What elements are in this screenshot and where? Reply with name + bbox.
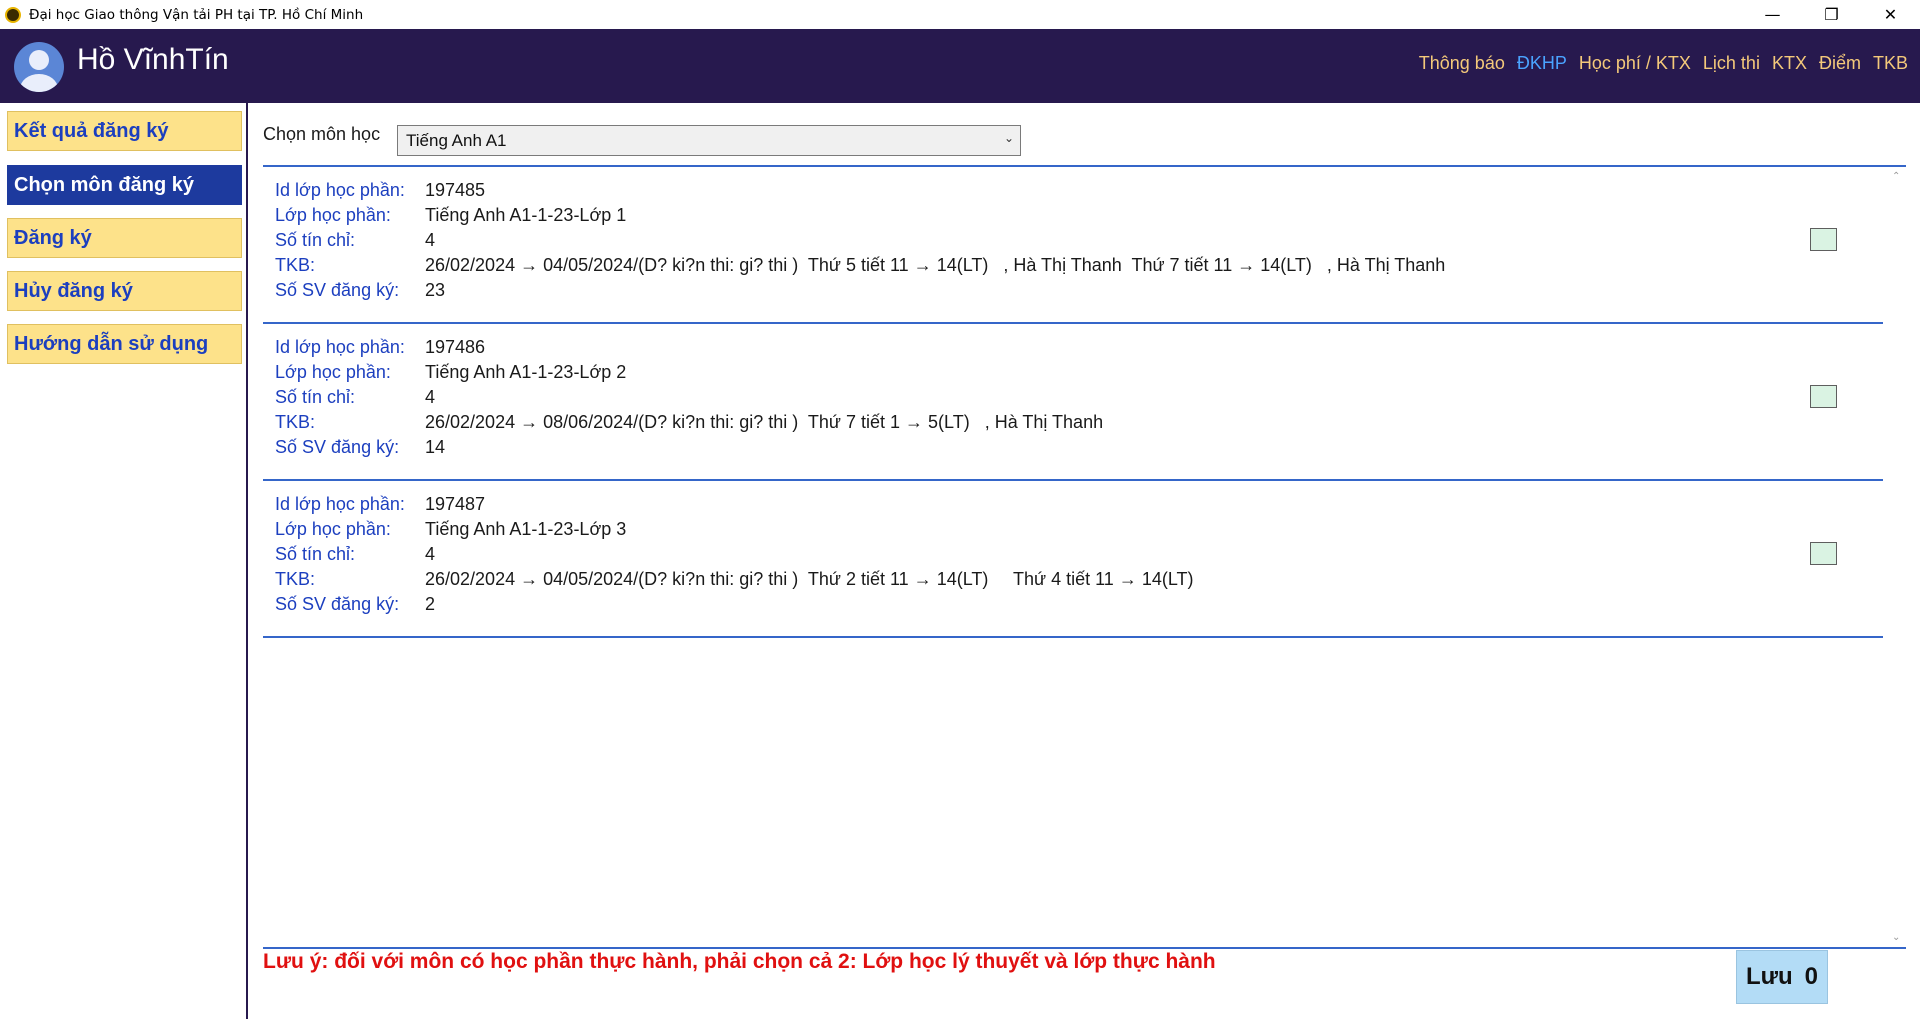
- class-tkb-value: 26/02/2024 → 04/05/2024/(D? ki?n thi: gi…: [425, 569, 1194, 589]
- class-credits-label: Số tín chỉ:: [275, 387, 356, 407]
- nav-dkhp[interactable]: ĐKHP: [1517, 53, 1567, 74]
- class-tkb-row: TKB: 26/02/2024 → 04/05/2024/(D? ki?n th…: [275, 255, 1445, 280]
- course-select-value: Tiếng Anh A1: [406, 131, 507, 150]
- class-students-value: 2: [425, 594, 436, 614]
- class-name-row: Lớp học phần: Tiếng Anh A1-1-23-Lớp 2: [275, 362, 626, 387]
- class-name-row: Lớp học phần: Tiếng Anh A1-1-23-Lớp 1: [275, 205, 626, 230]
- class-id-label: Id lớp học phần:: [275, 494, 405, 514]
- class-name-label: Lớp học phần:: [275, 519, 391, 539]
- class-tkb-label: TKB:: [275, 569, 316, 589]
- class-select-checkbox[interactable]: [1810, 542, 1837, 565]
- class-students-row: Số SV đăng ký: 2: [275, 594, 435, 619]
- class-credits-value: 4: [425, 230, 436, 250]
- class-credits-label: Số tín chỉ:: [275, 544, 356, 564]
- main-content: Chọn môn học Tiếng Anh A1 ⌄ ⌃ ⌄ Id lớp h…: [248, 103, 1920, 1019]
- chevron-down-icon: ⌄: [1003, 131, 1014, 145]
- class-list: ⌃ ⌄ Id lớp học phần: 197485 Lớp học phần…: [263, 165, 1906, 949]
- class-id-row: Id lớp học phần: 197485: [275, 180, 485, 205]
- class-credits-value: 4: [425, 544, 436, 564]
- top-navigation: Thông báo ĐKHP Học phí / KTX Lịch thi KT…: [1419, 53, 1908, 74]
- class-credits-value: 4: [425, 387, 436, 407]
- class-tkb-label: TKB:: [275, 255, 316, 275]
- class-students-value: 23: [425, 280, 446, 300]
- window-titlebar: Đại học Giao thông Vận tải PH tại TP. Hồ…: [0, 0, 1920, 29]
- class-students-label: Số SV đăng ký:: [275, 280, 400, 300]
- user-name: Hồ VĩnhTín: [77, 43, 229, 76]
- class-name-row: Lớp học phần: Tiếng Anh A1-1-23-Lớp 3: [275, 519, 626, 544]
- class-credits-row: Số tín chỉ: 4: [275, 544, 435, 569]
- close-button[interactable]: ✕: [1861, 0, 1920, 29]
- class-name-label: Lớp học phần:: [275, 362, 391, 382]
- nav-thong-bao[interactable]: Thông báo: [1419, 53, 1505, 74]
- course-select[interactable]: Tiếng Anh A1 ⌄: [397, 125, 1021, 156]
- class-name-value: Tiếng Anh A1-1-23-Lớp 2: [425, 362, 627, 382]
- class-credits-row: Số tín chỉ: 4: [275, 387, 435, 412]
- minimize-button[interactable]: —: [1743, 0, 1802, 29]
- class-tkb-row: TKB: 26/02/2024 → 04/05/2024/(D? ki?n th…: [275, 569, 1194, 594]
- class-credits-row: Số tín chỉ: 4: [275, 230, 435, 255]
- class-card: Id lớp học phần: 197487 Lớp học phần: Ti…: [263, 481, 1883, 638]
- class-id-value: 197486: [425, 337, 486, 357]
- class-students-label: Số SV đăng ký:: [275, 594, 400, 614]
- app-header: Hồ VĩnhTín Thông báo ĐKHP Học phí / KTX …: [0, 29, 1920, 103]
- class-id-row: Id lớp học phần: 197487: [275, 494, 485, 519]
- nav-hoc-phi-ktx[interactable]: Học phí / KTX: [1579, 53, 1691, 74]
- sidebar-item-chon-mon-dang-ky[interactable]: Chọn môn đăng ký: [7, 165, 242, 205]
- course-chooser: Chọn môn học: [263, 124, 380, 145]
- nav-tkb[interactable]: TKB: [1873, 53, 1908, 74]
- sidebar-item-huy-dang-ky[interactable]: Hủy đăng ký: [7, 271, 242, 311]
- class-students-row: Số SV đăng ký: 23: [275, 280, 445, 305]
- practice-note: Lưu ý: đối với môn có học phần thực hành…: [263, 950, 1216, 973]
- class-tkb-label: TKB:: [275, 412, 316, 432]
- class-id-row: Id lớp học phần: 197486: [275, 337, 485, 362]
- scroll-up-icon[interactable]: ⌃: [1892, 171, 1900, 182]
- vertical-scrollbar[interactable]: ⌃ ⌄: [1889, 167, 1906, 947]
- class-id-value: 197487: [425, 494, 486, 514]
- sidebar-item-huong-dan-su-dung[interactable]: Hướng dẫn sử dụng: [7, 324, 242, 364]
- sidebar: Kết quả đăng ký Chọn môn đăng ký Đăng ký…: [0, 103, 248, 1019]
- save-button[interactable]: Lưu 0: [1736, 950, 1828, 1004]
- class-tkb-value: 26/02/2024 → 08/06/2024/(D? ki?n thi: gi…: [425, 412, 1104, 432]
- class-id-label: Id lớp học phần:: [275, 337, 405, 357]
- window-title: Đại học Giao thông Vận tải PH tại TP. Hồ…: [29, 6, 364, 23]
- save-count: 0: [1804, 963, 1819, 990]
- nav-diem[interactable]: Điểm: [1819, 53, 1861, 74]
- class-card: Id lớp học phần: 197485 Lớp học phần: Ti…: [263, 167, 1883, 324]
- nav-ktx[interactable]: KTX: [1772, 53, 1807, 74]
- class-name-label: Lớp học phần:: [275, 205, 391, 225]
- nav-lich-thi[interactable]: Lịch thi: [1703, 53, 1760, 74]
- window-controls: — ❐ ✕: [1743, 0, 1920, 29]
- class-tkb-row: TKB: 26/02/2024 → 08/06/2024/(D? ki?n th…: [275, 412, 1103, 437]
- class-students-row: Số SV đăng ký: 14: [275, 437, 445, 462]
- scroll-down-icon[interactable]: ⌄: [1892, 932, 1900, 943]
- class-tkb-value: 26/02/2024 → 04/05/2024/(D? ki?n thi: gi…: [425, 255, 1446, 275]
- class-students-value: 14: [425, 437, 446, 457]
- class-id-value: 197485: [425, 180, 486, 200]
- class-select-checkbox[interactable]: [1810, 228, 1837, 251]
- restore-button[interactable]: ❐: [1802, 0, 1861, 29]
- course-select-label: Chọn môn học: [263, 124, 381, 144]
- sidebar-item-ket-qua-dang-ky[interactable]: Kết quả đăng ký: [7, 111, 242, 151]
- class-card: Id lớp học phần: 197486 Lớp học phần: Ti…: [263, 324, 1883, 481]
- class-select-checkbox[interactable]: [1810, 385, 1837, 408]
- save-button-label: Lưu: [1745, 963, 1793, 990]
- class-id-label: Id lớp học phần:: [275, 180, 405, 200]
- app-logo-icon: [5, 6, 21, 23]
- user-avatar-icon: [14, 42, 64, 92]
- class-credits-label: Số tín chỉ:: [275, 230, 356, 250]
- class-name-value: Tiếng Anh A1-1-23-Lớp 3: [425, 519, 627, 539]
- class-name-value: Tiếng Anh A1-1-23-Lớp 1: [425, 205, 627, 225]
- sidebar-item-dang-ky[interactable]: Đăng ký: [7, 218, 242, 258]
- class-students-label: Số SV đăng ký:: [275, 437, 400, 457]
